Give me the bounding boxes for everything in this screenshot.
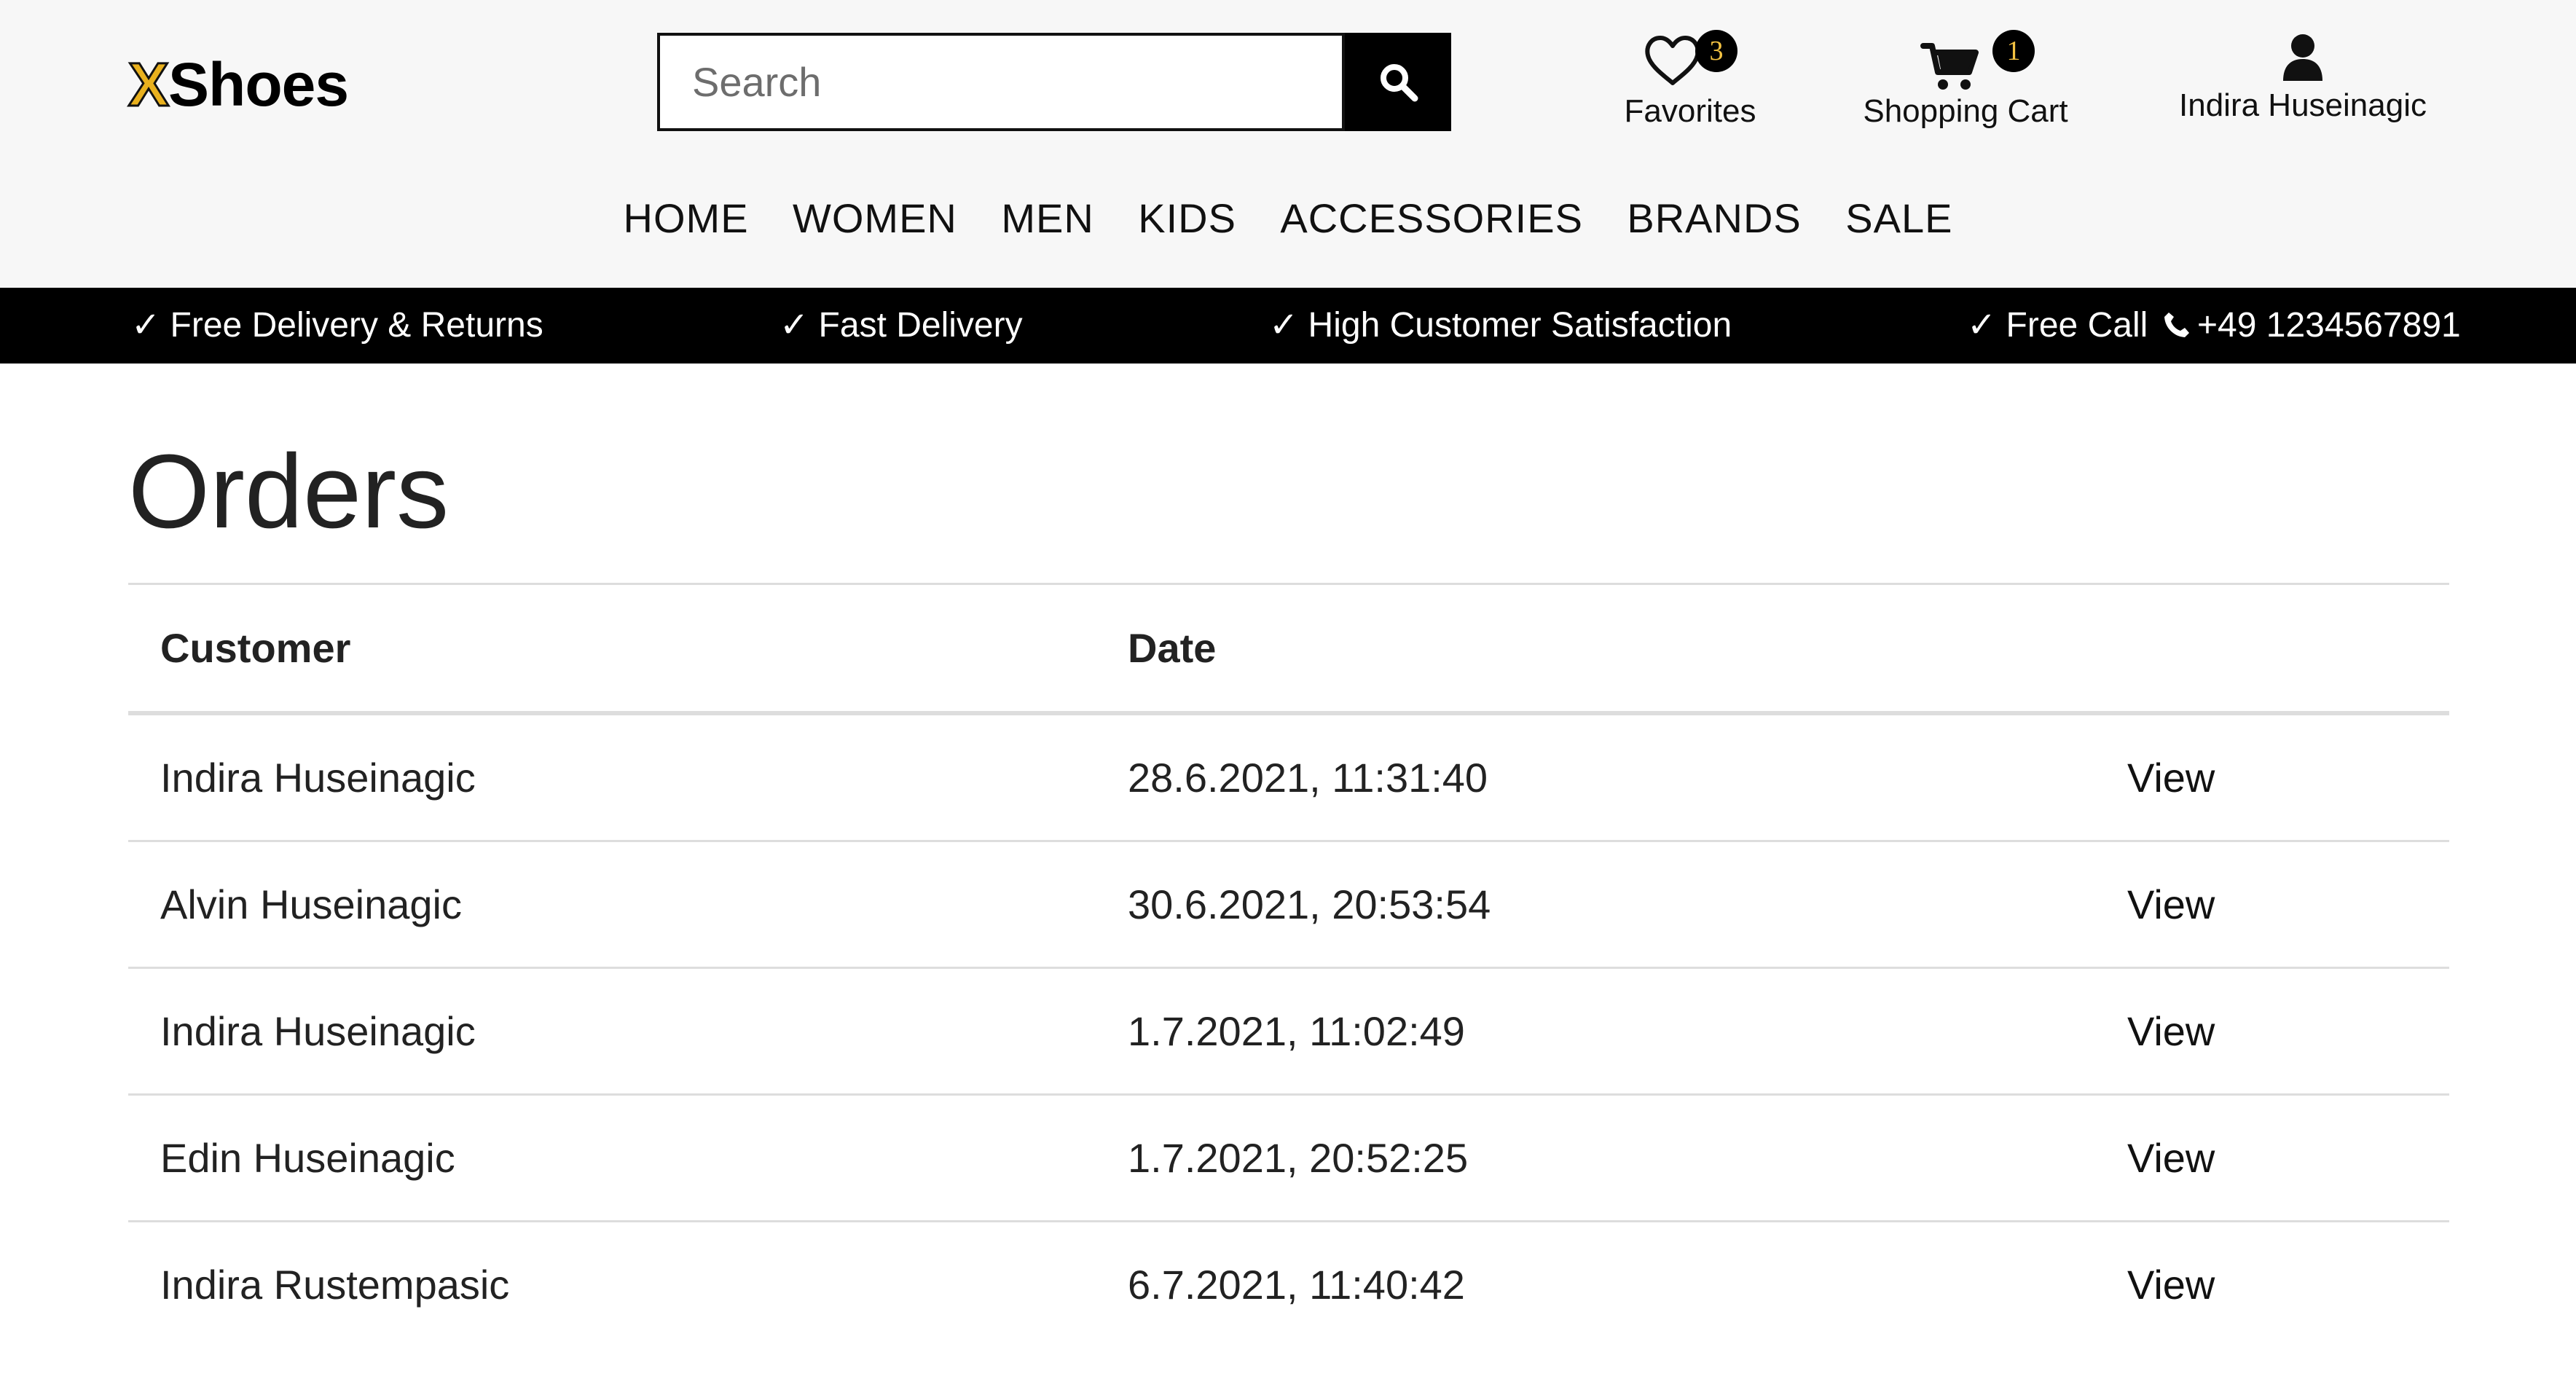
date-column-header: Date: [1128, 625, 1217, 671]
shopping-cart-count-badge: 1: [1992, 30, 2035, 72]
nav-brands[interactable]: BRANDS: [1627, 188, 1801, 249]
favorites-link[interactable]: 3 Favorites: [1621, 25, 1759, 132]
benefit-free-call: ✓ Free Call: [1967, 306, 2148, 345]
orders-table: Customer Date Indira Huseinagic 28.6.202…: [128, 583, 2449, 1347]
user-name-label: Indira Huseinagic: [2179, 87, 2427, 123]
customer-name: Indira Huseinagic: [160, 755, 476, 801]
view-order-link[interactable]: View: [2127, 1096, 2215, 1220]
customer-name: Indira Huseinagic: [160, 1008, 476, 1054]
nav-women[interactable]: WOMEN: [793, 188, 957, 249]
order-date: 6.7.2021, 11:40:42: [1128, 1262, 1465, 1308]
logo-text: Shoes: [168, 50, 349, 119]
logo-x-mark: X: [127, 50, 170, 120]
customer-name: Alvin Huseinagic: [160, 881, 462, 927]
search-icon: [1381, 64, 1418, 102]
site-header: XShoes 3 Favorites 1: [0, 0, 2576, 288]
heart-icon: [1645, 36, 1700, 85]
shopping-cart-icon: [1920, 43, 1979, 90]
shopping-cart-link[interactable]: 1 Shopping Cart: [1860, 25, 2071, 132]
table-row: Indira Huseinagic 1.7.2021, 11:02:49 Vie…: [128, 969, 2449, 1096]
order-date: 1.7.2021, 20:52:25: [1128, 1135, 1469, 1181]
nav-men[interactable]: MEN: [1001, 188, 1093, 249]
table-row: Alvin Huseinagic 30.6.2021, 20:53:54 Vie…: [128, 842, 2449, 969]
benefit-fast-delivery: ✓ Fast Delivery: [780, 306, 1023, 345]
main-navigation: HOME WOMEN MEN KIDS ACCESSORIES BRANDS S…: [0, 188, 2576, 249]
phone-icon: [2164, 313, 2189, 337]
view-order-link[interactable]: View: [2127, 969, 2215, 1093]
phone-number: +49 1234567891: [2197, 306, 2461, 345]
favorites-label: Favorites: [1624, 93, 1756, 129]
shopping-cart-label: Shopping Cart: [1863, 93, 2068, 129]
shopping-cart-icon-wrap: 1: [1860, 25, 2071, 91]
nav-sale[interactable]: SALE: [1845, 188, 1952, 249]
search-input[interactable]: [657, 33, 1345, 131]
user-icon-wrap: [2172, 33, 2434, 85]
benefits-bar: ✓ Free Delivery & Returns ✓ Fast Deliver…: [0, 288, 2576, 364]
nav-kids[interactable]: KIDS: [1138, 188, 1236, 249]
page-title: Orders: [128, 433, 449, 550]
table-row: Indira Huseinagic 28.6.2021, 11:31:40 Vi…: [128, 715, 2449, 842]
customer-name: Edin Huseinagic: [160, 1135, 455, 1181]
favorites-icon-wrap: 3: [1621, 25, 1759, 91]
favorites-count-badge: 3: [1695, 30, 1737, 72]
order-date: 1.7.2021, 11:02:49: [1128, 1008, 1465, 1054]
benefit-free-delivery-returns: ✓ Free Delivery & Returns: [131, 306, 543, 345]
user-icon: [2283, 34, 2322, 81]
nav-home[interactable]: HOME: [624, 188, 749, 249]
nav-accessories[interactable]: ACCESSORIES: [1280, 188, 1583, 249]
view-order-link[interactable]: View: [2127, 1222, 2215, 1347]
search-button[interactable]: [1345, 33, 1451, 131]
orders-table-header: Customer Date: [128, 583, 2449, 715]
view-order-link[interactable]: View: [2127, 842, 2215, 967]
user-account-link[interactable]: Indira Huseinagic: [2172, 33, 2434, 126]
view-order-link[interactable]: View: [2127, 715, 2215, 840]
benefit-customer-satisfaction: ✓ High Customer Satisfaction: [1269, 306, 1732, 345]
customer-column-header: Customer: [160, 625, 351, 671]
order-date: 30.6.2021, 20:53:54: [1128, 881, 1491, 927]
site-logo[interactable]: XShoes: [127, 48, 349, 121]
order-date: 28.6.2021, 11:31:40: [1128, 755, 1488, 801]
customer-name: Indira Rustempasic: [160, 1262, 510, 1308]
table-row: Edin Huseinagic 1.7.2021, 20:52:25 View: [128, 1096, 2449, 1222]
table-row: Indira Rustempasic 6.7.2021, 11:40:42 Vi…: [128, 1222, 2449, 1347]
phone-link[interactable]: +49 1234567891: [2162, 288, 2461, 364]
search-form: [657, 33, 1451, 131]
